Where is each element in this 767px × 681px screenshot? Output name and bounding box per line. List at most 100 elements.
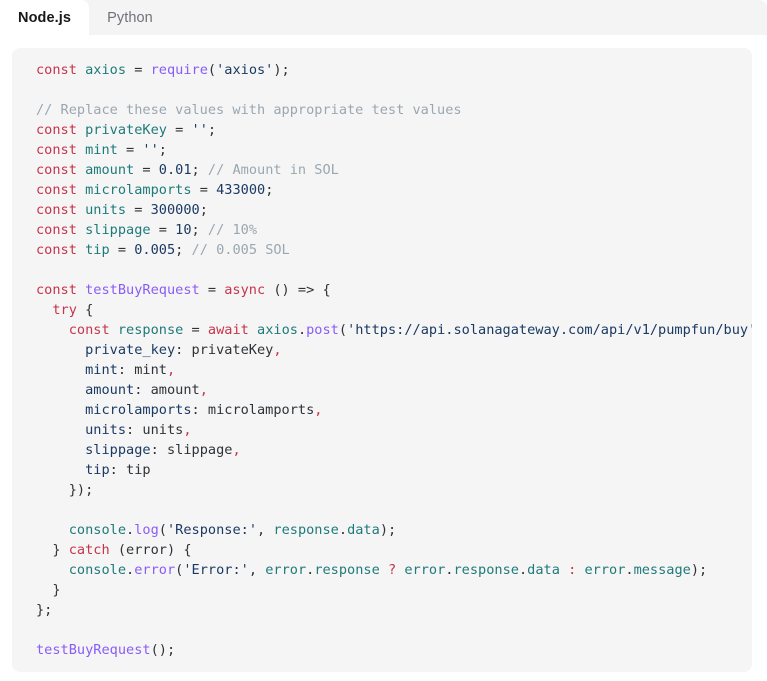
code-line: }); [36, 482, 94, 498]
code-token: = [199, 282, 225, 298]
code-token: error [134, 562, 176, 578]
code-token: post [306, 322, 339, 338]
code-line: const microlamports = 433000; [36, 182, 273, 198]
code-line: const privateKey = ''; [36, 122, 216, 138]
code-line: tip: tip [36, 462, 151, 478]
code-token: = [191, 182, 217, 198]
code-token: testBuyRequest [36, 642, 151, 658]
code-token: ; [191, 222, 208, 238]
code-token: : [126, 422, 143, 438]
code-token: data [527, 562, 560, 578]
code-line: console.error('Error:', error.response ?… [36, 562, 707, 578]
code-token: await [207, 322, 249, 338]
code-token: privateKey [191, 342, 274, 358]
code-token: require [150, 62, 208, 78]
code-line: microlamports: microlamports, [36, 402, 322, 418]
code-line: const axios = require('axios'); [36, 62, 290, 78]
code-token: const [36, 122, 77, 138]
code-token: response [453, 562, 519, 578]
code-token: const [36, 182, 77, 198]
code-token: axios [257, 322, 298, 338]
code-tab-bar: Node.js Python [0, 0, 767, 35]
code-token: // 10% [207, 222, 258, 238]
code-token: 300000 [150, 202, 200, 218]
tab-nodejs[interactable]: Node.js [0, 0, 90, 35]
code-token: 'Response:' [166, 522, 258, 538]
code-line: } catch (error) { [36, 542, 191, 558]
code-token: // Amount in SOL [207, 162, 339, 178]
code-token: ; [175, 242, 192, 258]
code-token: : [109, 462, 127, 478]
code-token: mint [134, 362, 167, 378]
code-token: ( [207, 62, 217, 78]
code-token: private_key [85, 342, 176, 358]
code-token: = [126, 62, 151, 78]
code-line: }; [36, 602, 52, 618]
code-token: data [347, 522, 380, 538]
code-token: axios [85, 62, 127, 78]
code-token: }; [36, 602, 53, 618]
code-token: , [273, 342, 282, 358]
code-token: 0.01 [158, 162, 192, 178]
code-token: // 0.005 SOL [191, 242, 290, 258]
code-token: const [36, 202, 77, 218]
code-token: : [175, 342, 192, 358]
code-token: const [68, 322, 110, 338]
code-line: const units = 300000; [36, 202, 208, 218]
code-token: microlamports [85, 182, 192, 198]
code-token: ; [207, 122, 217, 138]
code-token: error [265, 562, 307, 578]
code-token: , [166, 362, 176, 378]
code-token: testBuyRequest [85, 282, 200, 298]
code-token: tip [85, 462, 110, 478]
code-token: . [126, 562, 135, 578]
code-line: } [36, 582, 61, 598]
code-token: { [76, 302, 94, 318]
code-token: slippage [85, 222, 151, 238]
code-line: const mint = ''; [36, 142, 167, 158]
code-token: 10 [175, 222, 192, 238]
code-token: 'axios' [216, 62, 274, 78]
code-token: slippage [166, 442, 233, 458]
code-token: , [232, 442, 241, 458]
code-token: , [248, 562, 266, 578]
code-token: . [518, 562, 528, 578]
code-scroll-area[interactable]: const axios = require('axios'); // Repla… [12, 48, 752, 672]
code-token: ; [191, 162, 208, 178]
code-line: try { [36, 302, 93, 318]
code-token: ( [109, 542, 127, 558]
code-token: ); [379, 522, 397, 538]
code-token: = [134, 162, 159, 178]
code-token: console [68, 562, 127, 578]
code-panel: const axios = require('axios'); // Repla… [12, 48, 752, 672]
code-line: // Replace these values with appropriate… [36, 102, 462, 118]
code-token: privateKey [85, 122, 167, 138]
code-token: 'Error:' [183, 562, 249, 578]
code-token: { [314, 282, 331, 298]
code-token: async [224, 282, 266, 298]
code-token: ? [387, 562, 397, 578]
code-token: } [36, 582, 61, 598]
code-token: ; [265, 182, 274, 198]
code-token: = [126, 202, 151, 218]
code-line: slippage: slippage, [36, 442, 241, 458]
code-token: ; [199, 202, 208, 218]
code-token: const [36, 142, 77, 158]
code-token: units [85, 422, 127, 438]
code-token: error [404, 562, 446, 578]
code-token: ( [338, 322, 348, 338]
code-token: () [265, 282, 298, 298]
code-token: response [314, 562, 380, 578]
code-line: const tip = 0.005; // 0.005 SOL [36, 242, 290, 258]
tab-python[interactable]: Python [89, 0, 171, 35]
code-token: . [338, 522, 348, 538]
